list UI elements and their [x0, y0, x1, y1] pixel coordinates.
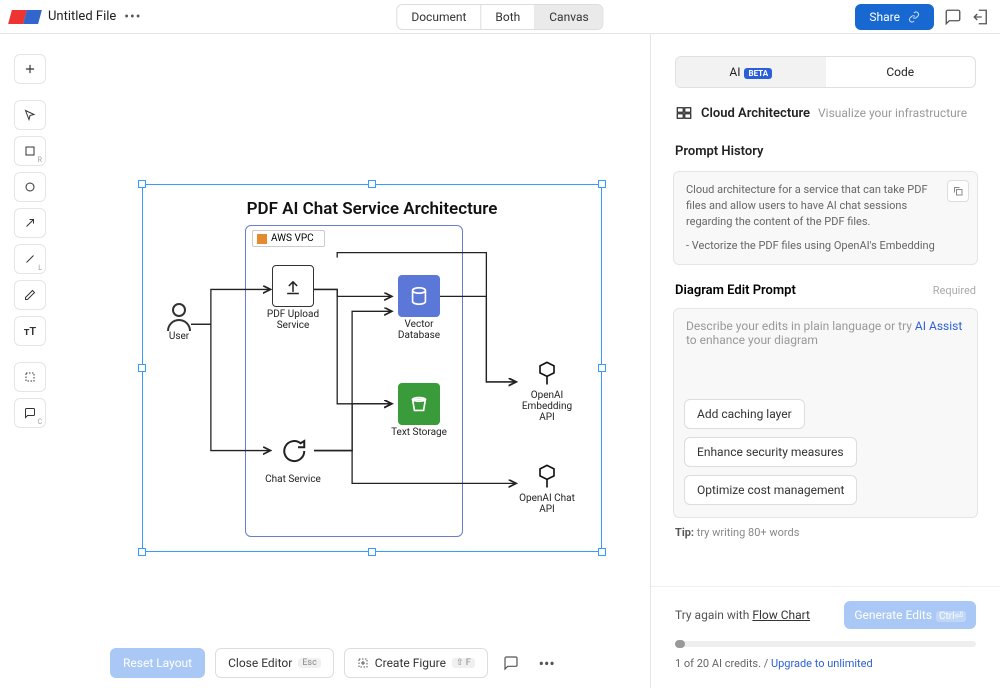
panel-head-label: Cloud Architecture [701, 106, 810, 121]
tool-arrow[interactable] [14, 208, 46, 238]
node-user[interactable]: User [157, 303, 201, 342]
panel-tabs: AIBETA Code [675, 56, 976, 88]
view-mode-tabs: Document Both Canvas [396, 4, 603, 30]
copy-history-button[interactable] [947, 180, 969, 202]
diagram-selection-frame[interactable]: PDF AI Chat Service Architecture AWS VPC [142, 184, 602, 552]
file-name[interactable]: Untitled File [48, 9, 116, 24]
edit-required-label: Required [933, 284, 976, 297]
upload-icon [272, 265, 314, 307]
tool-pointer[interactable] [14, 100, 46, 130]
node-text-storage[interactable]: Text Storage [391, 383, 447, 438]
bottom-bar: Reset Layout Close EditorEsc Create Figu… [110, 648, 560, 678]
history-text: Cloud architecture for a service that ca… [686, 182, 937, 230]
left-toolbar: R L тT C [14, 54, 46, 428]
view-tab-canvas[interactable]: Canvas [535, 5, 602, 29]
user-icon [172, 303, 186, 317]
export-icon[interactable] [972, 8, 990, 26]
suggestion-security[interactable]: Enhance security measures [684, 437, 857, 467]
suggestion-caching[interactable]: Add caching layer [684, 399, 805, 429]
panel-tab-code[interactable]: Code [826, 57, 976, 87]
credits-progress [675, 641, 976, 647]
link-icon [908, 11, 920, 23]
credits-text: 1 of 20 AI credits. / Upgrade to unlimit… [675, 657, 976, 670]
node-chat-service[interactable]: Chat Service [263, 430, 323, 485]
node-pdf-upload-service[interactable]: PDF Upload Service [263, 265, 323, 331]
suggestion-pills: Add caching layer Enhance security measu… [684, 399, 857, 505]
tool-text[interactable]: тT [14, 316, 46, 346]
create-figure-button[interactable]: Create Figure⇧ F [344, 648, 488, 678]
tool-line[interactable]: L [14, 244, 46, 274]
tool-frame[interactable] [14, 362, 46, 392]
comment-icon[interactable] [944, 8, 962, 26]
prompt-history-card: Cloud architecture for a service that ca… [673, 171, 978, 265]
progress-thumb [675, 640, 685, 648]
file-menu-dots[interactable]: ••• [124, 9, 141, 25]
openai-icon [533, 360, 561, 388]
ai-assist-link[interactable]: AI Assist [915, 319, 962, 333]
topbar-right: Share [855, 4, 990, 30]
create-figure-icon [357, 657, 369, 669]
share-label: Share [869, 10, 900, 24]
generate-kbd: Ctrl⏎ [936, 611, 966, 622]
topbar-left: Untitled File ••• [10, 9, 141, 25]
edit-prompt-header: Diagram Edit Prompt Required [651, 265, 1000, 304]
tool-ellipse[interactable] [14, 172, 46, 202]
history-text-2: - Vectorize the PDF files using OpenAI's… [686, 238, 937, 254]
panel-footer: Try again with Flow Chart Generate Edits… [651, 586, 1000, 688]
panel-tab-ai[interactable]: AIBETA [676, 57, 826, 87]
storage-icon [398, 383, 440, 425]
cloud-arch-icon [675, 104, 693, 122]
suggestion-cost[interactable]: Optimize cost management [684, 475, 857, 505]
node-openai-chat-api[interactable]: OpenAI Chat API [515, 463, 579, 515]
upgrade-link[interactable]: Upgrade to unlimited [771, 657, 873, 670]
view-tab-both[interactable]: Both [481, 5, 535, 29]
edit-prompt-title: Diagram Edit Prompt [675, 283, 796, 298]
app-logo [10, 10, 40, 24]
view-tab-document[interactable]: Document [397, 5, 481, 29]
panel-head: Cloud Architecture Visualize your infras… [651, 104, 1000, 136]
panel-head-hint: Visualize your infrastructure [818, 106, 967, 120]
share-button[interactable]: Share [855, 4, 934, 30]
node-vector-database[interactable]: Vector Database [391, 275, 447, 341]
database-icon [398, 275, 440, 317]
right-panel: AIBETA Code Cloud Architecture Visualize… [650, 34, 1000, 688]
edit-prompt-input[interactable]: Describe your edits in plain language or… [673, 308, 978, 518]
beta-badge: BETA [744, 68, 772, 79]
tip-text: Tip: try writing 80+ words [651, 518, 1000, 539]
canvas[interactable]: PDF AI Chat Service Architecture AWS VPC [52, 54, 650, 638]
reset-layout-button[interactable]: Reset Layout [110, 648, 205, 678]
flow-chart-link[interactable]: Flow Chart [752, 608, 810, 622]
tool-rectangle[interactable]: R [14, 136, 46, 166]
bottom-comment-icon[interactable] [498, 650, 524, 676]
tool-add[interactable] [14, 54, 46, 84]
prompt-history-title: Prompt History [651, 136, 1000, 167]
chat-icon [272, 430, 314, 472]
node-openai-embedding-api[interactable]: OpenAI Embedding API [515, 360, 579, 423]
topbar: Untitled File ••• Document Both Canvas S… [0, 0, 1000, 34]
close-editor-button[interactable]: Close EditorEsc [215, 648, 334, 678]
generate-edits-button[interactable]: Generate EditsCtrl⏎ [844, 601, 976, 629]
tool-pencil[interactable] [14, 280, 46, 310]
bottom-more-icon[interactable]: ••• [534, 650, 560, 676]
openai-icon [533, 463, 561, 491]
try-again-text: Try again with Flow Chart [675, 608, 810, 622]
tool-comment[interactable]: C [14, 398, 46, 428]
